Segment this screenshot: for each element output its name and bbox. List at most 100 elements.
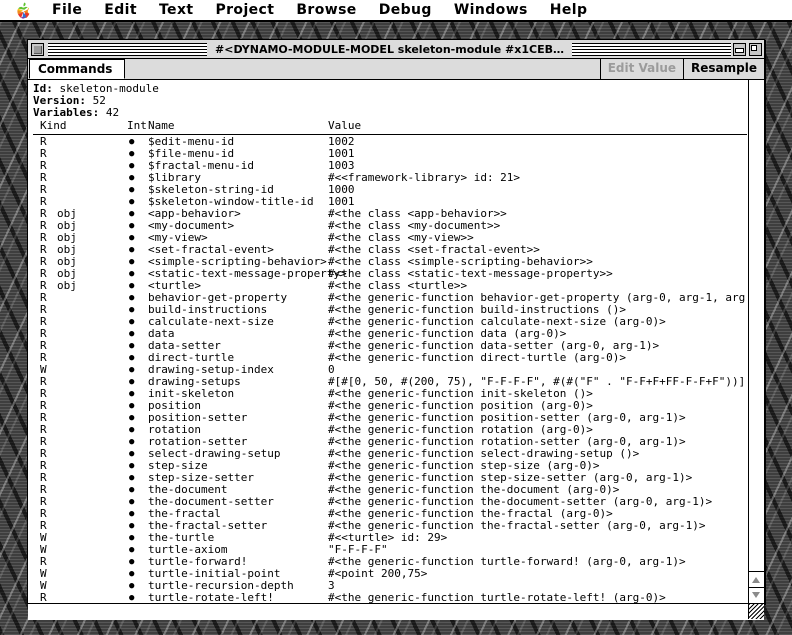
table-row[interactable]: Robj ● <turtle> #<the class <turtle>> [33, 280, 747, 292]
table-row[interactable]: R ● init-skeleton #<the generic-function in… [33, 388, 747, 400]
resample-button[interactable]: Resample [683, 59, 763, 79]
table-row[interactable]: R ● behavior-get-property #<the generic-fun… [33, 292, 747, 304]
cell-obj-flag: obj [57, 232, 77, 244]
table-row[interactable]: Robj ● <app-behavior> #<the class <app-beha… [33, 208, 747, 220]
table-column-headers: Kind Int Name Value [33, 120, 747, 135]
cell-kind: W [40, 364, 47, 376]
collapse-box-icon[interactable] [733, 42, 747, 56]
cell-name: <my-document> [148, 220, 235, 232]
table-row[interactable]: R ● $skeleton-window-title-id 1001 [33, 196, 747, 208]
menu-item-text[interactable]: Text [148, 0, 205, 20]
table-row[interactable]: Robj ● <set-fractal-event> #<the class <set… [33, 244, 747, 256]
cell-int-bullet-icon: ● [129, 425, 135, 435]
cell-kind: R [40, 196, 47, 208]
cell-name: the-turtle [148, 532, 215, 544]
cell-int-bullet-icon: ● [129, 257, 135, 267]
cell-name: rotation-setter [148, 436, 248, 448]
menu-item-browse[interactable]: Browse [285, 0, 367, 20]
edit-value-button[interactable]: Edit Value [599, 59, 684, 79]
table-row[interactable]: R ● the-fractal #<the generic-function the-… [33, 508, 747, 520]
menu-item-debug[interactable]: Debug [368, 0, 443, 20]
grow-box-icon[interactable] [748, 604, 764, 619]
cell-int-bullet-icon: ● [129, 437, 135, 447]
cell-value: 3 [328, 580, 335, 592]
table-row[interactable]: R ● turtle-forward! #<the generic-function … [33, 556, 747, 568]
table-row[interactable]: R ● step-size-setter #<the generic-function… [33, 472, 747, 484]
variables-list-pane[interactable]: Id: skeleton-module Version: 52 Variable… [28, 80, 748, 603]
apple-logo-icon[interactable] [0, 2, 41, 19]
table-row[interactable]: R ● the-document #<the generic-function the… [33, 484, 747, 496]
table-row[interactable]: R ● the-document-setter #<the generic-funct… [33, 496, 747, 508]
info-variables-value: 42 [99, 106, 120, 119]
table-row[interactable]: R ● position #<the generic-function positio… [33, 400, 747, 412]
cell-value: #<the class <static-text-message-propert… [328, 268, 613, 280]
table-row[interactable]: W ● turtle-axiom "F-F-F-F" [33, 544, 747, 556]
column-header-name[interactable]: Name [148, 120, 175, 132]
table-row[interactable]: R ● drawing-setups #[#[0, 50, #(200, 75), "… [33, 376, 747, 388]
table-row[interactable]: R ● data-setter #<the generic-function data… [33, 340, 747, 352]
table-row[interactable]: W ● the-turtle #<<turtle> id: 29> [33, 532, 747, 544]
window-toolbar: Commands Edit Value Resample [28, 59, 764, 80]
table-row[interactable]: R ● the-fractal-setter #<the generic-functi… [33, 520, 747, 532]
menu-item-edit[interactable]: Edit [93, 0, 148, 20]
table-row[interactable]: R ● position-setter #<the generic-function … [33, 412, 747, 424]
table-row[interactable]: R ● rotation #<the generic-function rotatio… [33, 424, 747, 436]
cell-value: #<the generic-function the-fractal (arg-… [328, 508, 613, 520]
apple-logo-svg [17, 2, 30, 19]
cell-value: #<the generic-function data-setter (arg-… [328, 340, 660, 352]
table-row[interactable]: R ● rotation-setter #<the generic-function … [33, 436, 747, 448]
cell-kind: W [40, 544, 47, 556]
table-row[interactable]: R ● data #<the generic-function data (arg-0… [33, 328, 747, 340]
cell-kind: R [40, 556, 47, 568]
tab-commands[interactable]: Commands [29, 59, 126, 79]
column-header-int[interactable]: Int [127, 120, 147, 132]
table-row[interactable]: R ● turtle-rotate-left! #<the generic-funct… [33, 592, 747, 603]
menu-item-file[interactable]: File [41, 0, 93, 20]
vertical-scrollbar-track[interactable] [749, 80, 764, 571]
title-bar-stripes-left [48, 42, 208, 56]
table-row[interactable]: W ● drawing-setup-index 0 [33, 364, 747, 376]
cell-int-bullet-icon: ● [129, 329, 135, 339]
table-row[interactable]: Robj ● <static-text-message-property> #<the… [33, 268, 747, 280]
column-header-value[interactable]: Value [328, 120, 361, 132]
scroll-up-arrow-icon[interactable] [749, 571, 764, 587]
scroll-down-arrow-icon[interactable] [749, 587, 764, 603]
window-title: #<DYNAMO-MODULE-MODEL skeleton-module #x… [209, 40, 570, 58]
table-row[interactable]: R ● build-instructions #<the generic-functi… [33, 304, 747, 316]
table-row[interactable]: W ● turtle-recursion-depth 3 [33, 580, 747, 592]
info-version: Version: 52 [33, 95, 748, 107]
table-row[interactable]: R ● $edit-menu-id 1002 [33, 136, 747, 148]
vertical-scrollbar[interactable] [748, 80, 764, 603]
table-row[interactable]: R ● $skeleton-string-id 1000 [33, 184, 747, 196]
table-row[interactable]: R ● select-drawing-setup #<the generic-func… [33, 448, 747, 460]
cell-name: data [148, 328, 175, 340]
close-box-icon[interactable] [31, 42, 44, 56]
table-row[interactable]: R ● direct-turtle #<the generic-function di… [33, 352, 747, 364]
cell-name: turtle-recursion-depth [148, 580, 294, 592]
table-row[interactable]: R ● $file-menu-id 1001 [33, 148, 747, 160]
table-row[interactable]: R ● $library #<<framework-library> id: 21> [33, 172, 747, 184]
table-row[interactable]: Robj ● <my-document> #<the class <my-docume… [33, 220, 747, 232]
cell-int-bullet-icon: ● [129, 173, 135, 183]
cell-name: <set-fractal-event> [148, 244, 274, 256]
cell-kind: R [40, 508, 47, 520]
cell-obj-flag: obj [57, 244, 77, 256]
menu-item-help[interactable]: Help [539, 0, 599, 20]
cell-int-bullet-icon: ● [129, 149, 135, 159]
cell-int-bullet-icon: ● [129, 233, 135, 243]
table-row[interactable]: Robj ● <my-view> #<the class <my-view>> [33, 232, 747, 244]
zoom-box-icon[interactable] [749, 42, 763, 56]
cell-kind: R [40, 280, 47, 292]
table-row[interactable]: Robj ● <simple-scripting-behavior> #<the cl… [33, 256, 747, 268]
cell-int-bullet-icon: ● [129, 161, 135, 171]
table-row[interactable]: W ● turtle-initial-point #<point 200,75> [33, 568, 747, 580]
table-row[interactable]: R ● calculate-next-size #<the generic-funct… [33, 316, 747, 328]
window-title-bar[interactable]: #<DYNAMO-MODULE-MODEL skeleton-module #x… [28, 40, 764, 59]
table-row[interactable]: R ● step-size #<the generic-function step-s… [33, 460, 747, 472]
menu-item-windows[interactable]: Windows [443, 0, 539, 20]
table-row[interactable]: R ● $fractal-menu-id 1003 [33, 160, 747, 172]
menu-item-project[interactable]: Project [204, 0, 285, 20]
horizontal-scrollbar-track[interactable] [28, 604, 748, 620]
column-header-kind[interactable]: Kind [40, 120, 67, 132]
